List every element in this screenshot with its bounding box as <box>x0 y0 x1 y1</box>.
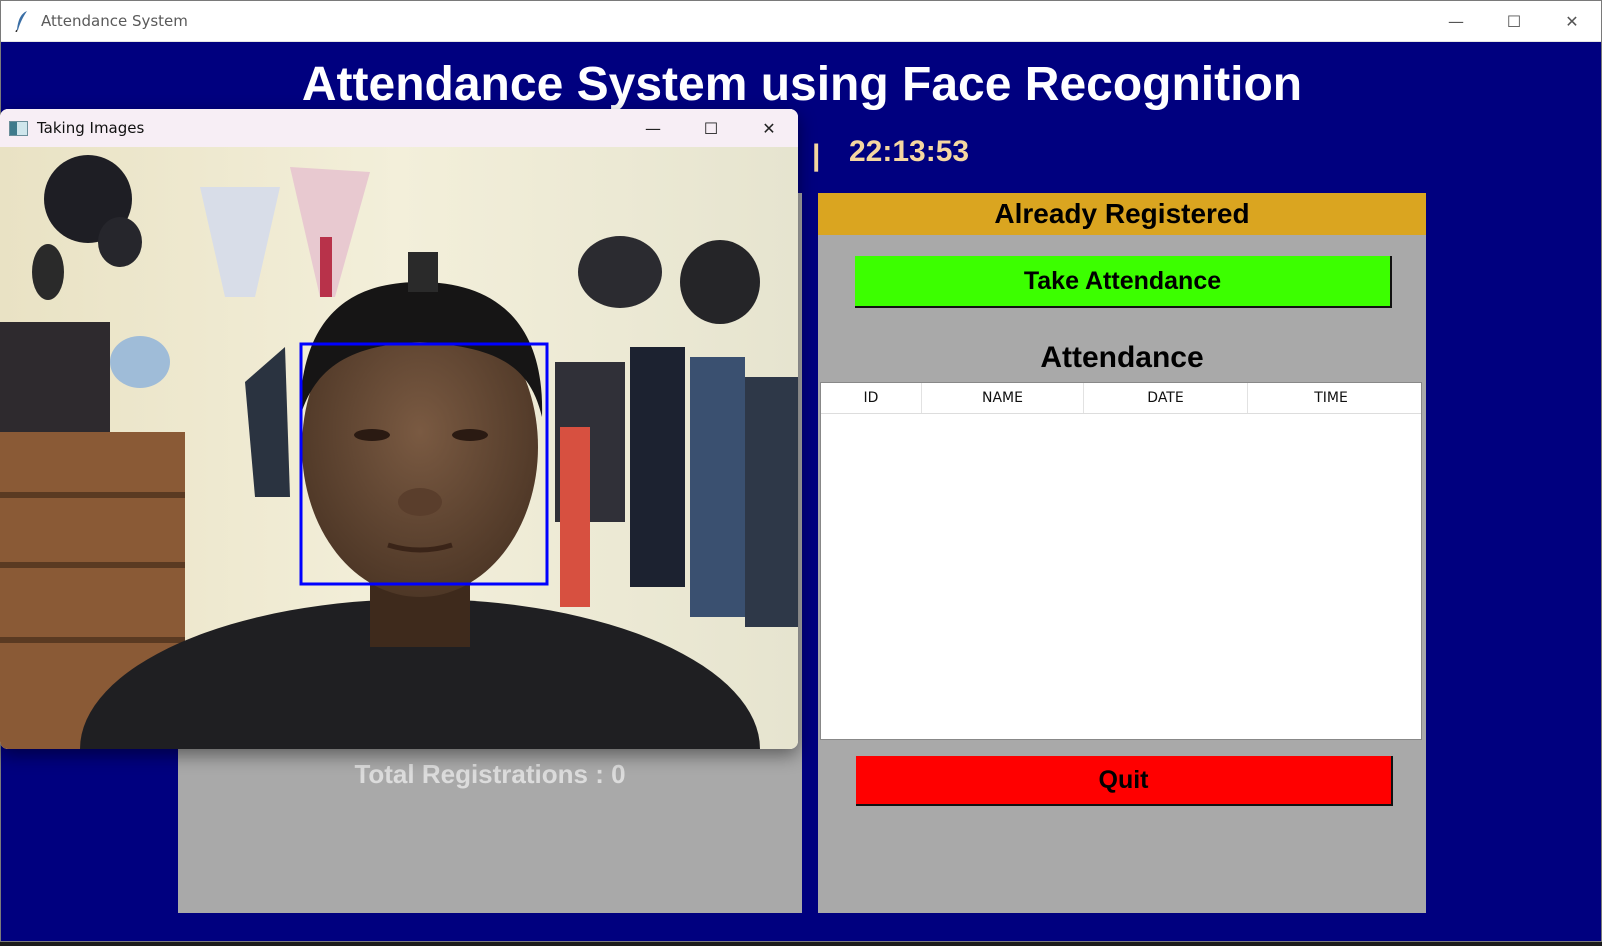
taskbar-edge <box>0 942 1602 946</box>
feather-icon <box>13 10 31 32</box>
camera-close-button[interactable]: ✕ <box>740 109 798 147</box>
column-header-date[interactable]: DATE <box>1084 383 1248 413</box>
column-header-time[interactable]: TIME <box>1248 383 1414 413</box>
camera-window[interactable]: Taking Images — ☐ ✕ <box>0 109 798 749</box>
close-button[interactable]: ✕ <box>1543 1 1601 41</box>
registered-panel: Already Registered Take Attendance Atten… <box>818 193 1426 913</box>
main-titlebar[interactable]: Attendance System — ☐ ✕ <box>1 1 1601 42</box>
attendance-table[interactable]: ID NAME DATE TIME <box>820 382 1422 740</box>
take-attendance-button[interactable]: Take Attendance <box>855 256 1392 308</box>
window-title: Attendance System <box>41 12 188 30</box>
clock-separator: | <box>812 139 821 172</box>
webcam-image <box>0 147 798 749</box>
clock-time: 22:13:53 <box>849 135 970 168</box>
maximize-icon: ☐ <box>703 118 719 138</box>
page-title: Attendance System using Face Recognition <box>301 58 1303 111</box>
minimize-button[interactable]: — <box>1427 1 1485 41</box>
camera-feed <box>0 147 798 749</box>
minimize-icon: — <box>645 118 661 138</box>
maximize-button[interactable]: ☐ <box>1485 1 1543 41</box>
camera-minimize-button[interactable]: — <box>624 109 682 147</box>
close-icon: ✕ <box>1565 11 1579 31</box>
total-registrations: Total Registrations : 0 <box>354 759 626 789</box>
column-header-name[interactable]: NAME <box>922 383 1084 413</box>
minimize-icon: — <box>1448 11 1464 31</box>
column-header-id[interactable]: ID <box>821 383 922 413</box>
panel-header: Already Registered <box>818 193 1426 235</box>
camera-maximize-button[interactable]: ☐ <box>682 109 740 147</box>
attendance-label: Attendance <box>1040 341 1204 374</box>
table-header: ID NAME DATE TIME <box>821 383 1421 414</box>
opencv-window-icon <box>9 120 28 136</box>
close-icon: ✕ <box>762 118 776 138</box>
maximize-icon: ☐ <box>1506 11 1522 31</box>
camera-window-title: Taking Images <box>37 119 145 137</box>
quit-button[interactable]: Quit <box>856 756 1393 806</box>
camera-titlebar[interactable]: Taking Images — ☐ ✕ <box>0 109 798 147</box>
